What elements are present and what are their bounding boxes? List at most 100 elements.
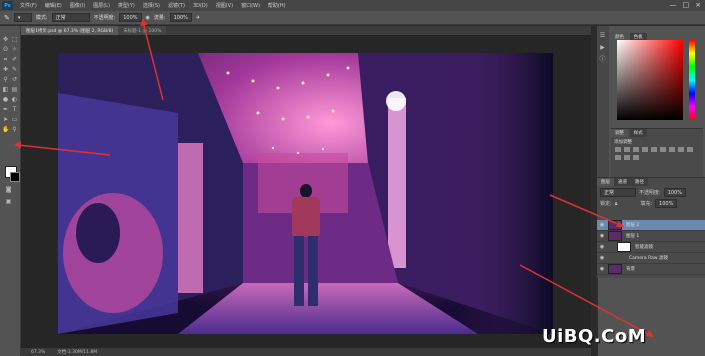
menu-file[interactable]: 文件(F) — [16, 2, 41, 9]
zoom-level[interactable]: 67.3% — [31, 350, 45, 355]
eye-icon[interactable]: ◉ — [599, 255, 605, 261]
dodge-tool-icon[interactable]: ◐ — [11, 96, 18, 103]
menu-window[interactable]: 窗口(W) — [237, 2, 264, 9]
background-color-swatch[interactable] — [10, 172, 20, 182]
curves-adjust-icon[interactable] — [633, 147, 639, 152]
properties-panel-icon[interactable]: ⓘ — [599, 56, 606, 63]
opacity-label: 不透明度: — [93, 15, 116, 21]
history-brush-tool-icon[interactable]: ↺ — [11, 76, 18, 83]
close-button[interactable]: × — [695, 1, 701, 9]
quick-mask-icon[interactable]: ◙ — [5, 186, 12, 193]
layer-row[interactable]: ◉ 图层 2 — [597, 220, 705, 231]
layer-row[interactable]: ◉ 智能滤镜 — [597, 242, 705, 253]
menu-layer[interactable]: 图层(L) — [89, 2, 114, 9]
move-tool-icon[interactable]: ✥ — [2, 36, 9, 43]
minimize-button[interactable]: — — [670, 1, 677, 9]
airbrush-icon[interactable]: ✈ — [196, 15, 200, 21]
brush-tool-icon[interactable]: ✎ — [4, 14, 10, 22]
photo-filter-adjust-icon[interactable] — [687, 147, 693, 152]
fill-input[interactable]: 100% — [655, 199, 678, 208]
gradient-tool-icon[interactable]: ▤ — [11, 86, 18, 93]
layer-row[interactable]: ◉ 背景 — [597, 264, 705, 275]
lasso-tool-icon[interactable]: ʘ — [2, 46, 9, 53]
opacity-input[interactable]: 100% — [119, 13, 142, 22]
eye-icon[interactable]: ◉ — [599, 266, 605, 272]
brush-tool-icon[interactable]: ✎ — [11, 66, 18, 73]
document-tab-active[interactable]: 图层1拷贝.psd @ 67.3% (图层 2, RGB/8) — [21, 26, 119, 35]
tab-paths[interactable]: 路径 — [631, 178, 648, 186]
layer-name: 图层 1 — [626, 234, 640, 239]
tab-channels[interactable]: 通道 — [614, 178, 631, 186]
tab-layers[interactable]: 图层 — [597, 178, 614, 186]
quick-select-tool-icon[interactable]: ✧ — [11, 46, 18, 53]
channel-mixer-adjust-icon[interactable] — [615, 155, 621, 160]
eye-icon[interactable]: ◉ — [599, 233, 605, 239]
menu-filter[interactable]: 滤镜(T) — [164, 2, 189, 9]
eye-icon[interactable]: ◉ — [599, 222, 605, 228]
menu-view[interactable]: 视图(V) — [212, 2, 237, 9]
menu-help[interactable]: 帮助(H) — [264, 2, 290, 9]
hue-slider[interactable] — [689, 40, 695, 120]
exposure-adjust-icon[interactable] — [642, 147, 648, 152]
mode-select[interactable]: 正常 — [51, 13, 90, 22]
flow-input[interactable]: 100% — [169, 13, 192, 22]
adjustment-icons — [615, 147, 695, 160]
menu-type[interactable]: 类型(Y) — [114, 2, 139, 9]
flow-label: 流量: — [153, 15, 166, 21]
pressure-opacity-icon[interactable]: ◉ — [146, 15, 150, 21]
gradient-map-adjust-icon[interactable] — [633, 155, 639, 160]
history-panel-icon[interactable]: ☰ — [599, 32, 606, 39]
tab-styles[interactable]: 样式 — [629, 129, 647, 137]
adjustments-title: 添加调整 — [614, 140, 632, 145]
zoom-tool-icon[interactable]: ⚲ — [11, 126, 18, 133]
healing-brush-tool-icon[interactable]: ✚ — [2, 66, 9, 73]
brush-preset-picker[interactable]: ▾ — [13, 13, 32, 22]
menu-edit[interactable]: 编辑(E) — [41, 2, 66, 9]
clone-stamp-tool-icon[interactable]: ⚲ — [2, 76, 9, 83]
document-tab-second[interactable]: 未标题-1 @ 100% — [118, 26, 167, 35]
menu-select[interactable]: 选择(S) — [139, 2, 164, 9]
levels-adjust-icon[interactable] — [624, 147, 630, 152]
shape-tool-icon[interactable]: ▭ — [11, 116, 18, 123]
type-tool-icon[interactable]: T — [11, 106, 18, 113]
blur-tool-icon[interactable]: ● — [2, 96, 9, 103]
color-balance-adjust-icon[interactable] — [669, 147, 675, 152]
eye-icon[interactable]: ◉ — [599, 244, 605, 250]
lock-icon[interactable]: 🔒︎ — [615, 201, 618, 207]
layer-thumbnail — [608, 264, 622, 274]
hand-tool-icon[interactable]: ✋ — [2, 126, 9, 133]
photoshop-logo: Ps — [2, 1, 13, 10]
color-picker-field[interactable] — [617, 40, 683, 120]
layer-blend-mode-select[interactable]: 正常 — [600, 188, 636, 197]
maximize-button[interactable]: □ — [683, 1, 690, 9]
pen-tool-icon[interactable]: ✒ — [2, 106, 9, 113]
eraser-tool-icon[interactable]: ◧ — [2, 86, 9, 93]
layer-name: Camera Raw 滤镜 — [629, 256, 668, 261]
layer-name: 智能滤镜 — [635, 245, 653, 250]
eyedropper-tool-icon[interactable]: ✐ — [11, 56, 18, 63]
actions-panel-icon[interactable]: ▶ — [599, 44, 606, 51]
black-white-adjust-icon[interactable] — [678, 147, 684, 152]
document-image[interactable] — [58, 53, 553, 334]
mode-label: 模式: — [35, 15, 48, 21]
menu-image[interactable]: 图像(I) — [66, 2, 89, 9]
lock-label: 锁定: — [600, 201, 612, 207]
window-controls: — □ × — [670, 1, 702, 9]
menu-3d[interactable]: 3D(D) — [189, 3, 212, 9]
marquee-tool-icon[interactable]: ⬚ — [11, 36, 18, 43]
crop-tool-icon[interactable]: ⌗ — [2, 56, 9, 63]
tab-adjustments[interactable]: 调整 — [611, 129, 628, 137]
layer-opacity-input[interactable]: 100% — [663, 188, 686, 197]
layer-name: 图层 2 — [626, 223, 640, 228]
layer-row[interactable]: ◉ Camera Raw 滤镜 — [597, 253, 705, 264]
layer-name: 背景 — [626, 267, 635, 272]
status-bar: 67.3% 文档:3.30M/11.8M — [21, 348, 591, 356]
screen-mode-icon[interactable]: ▣ — [5, 198, 12, 205]
invert-adjust-icon[interactable] — [624, 155, 630, 160]
adjustments-panel: 调整 样式 添加调整 — [611, 128, 703, 177]
hue-saturation-adjust-icon[interactable] — [660, 147, 666, 152]
layer-row[interactable]: ◉ 图层 1 — [597, 231, 705, 242]
path-select-tool-icon[interactable]: ➤ — [2, 116, 9, 123]
brightness-adjust-icon[interactable] — [615, 147, 621, 152]
vibrance-adjust-icon[interactable] — [651, 147, 657, 152]
